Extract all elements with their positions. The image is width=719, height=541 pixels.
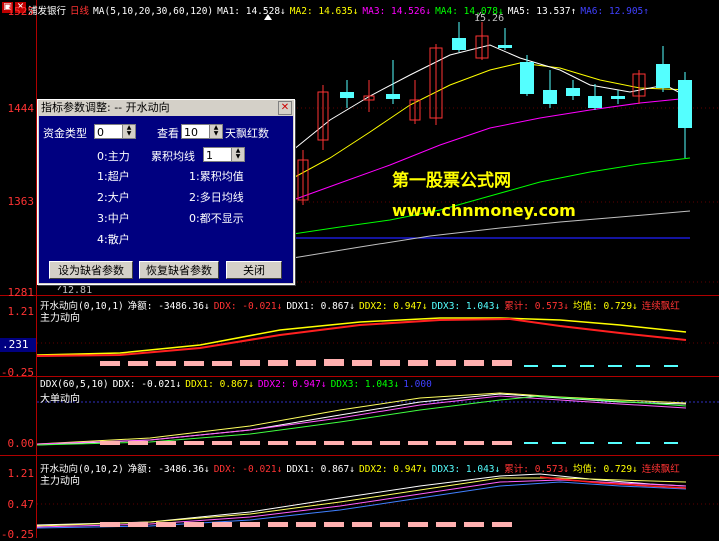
panel3-ddx: DDX: -0.021↓ — [213, 464, 283, 475]
panel3-avg: 均值: 0.729↓ — [573, 464, 638, 475]
panel3-ddx3: DDX3: 1.043↓ — [431, 464, 501, 475]
restore-default-button[interactable]: 恢复缺省参数 — [139, 261, 219, 279]
panel3-axis-mid: 0.47 — [7, 498, 35, 511]
view-suffix: 天飘红数 — [225, 127, 269, 140]
high-annotation: 15.26 — [474, 13, 505, 24]
option-super: 1:超户 — [97, 170, 130, 183]
panel3-yellow-line — [36, 477, 687, 527]
panel3-ddx1: DDX1: 0.867↓ — [286, 464, 355, 475]
price-axis-1444: 1444 — [7, 102, 35, 115]
price-axis-top: 1525 — [7, 5, 35, 18]
cum-avg-value: 1 — [206, 149, 213, 162]
panel2-bars — [100, 441, 512, 445]
panel2-header: DDX(60,5,10) DDX: -0.021↓ DDX1: 0.867↓ DDX2… — [40, 379, 436, 390]
panel2-params: DDX(60,5,10) — [40, 379, 109, 390]
panel3-ddx2: DDX2: 0.947↓ — [358, 464, 428, 475]
panel3-bars — [100, 522, 512, 527]
panel2-ddx2: DDX2: 0.947↓ — [257, 379, 327, 390]
price-axis-bottom: 1281 — [7, 286, 35, 299]
ma2-value: MA2: 14.635↓ — [289, 6, 359, 17]
price-axis-1363: 1363 — [7, 195, 35, 208]
panel1-cyan-bars — [524, 365, 678, 367]
cum-avg-arrows-icon[interactable]: ▲ ▼ — [231, 148, 244, 161]
option-big: 2:大户 — [97, 191, 130, 204]
low-annotation: 12.81 — [62, 285, 93, 296]
ma5-value: MA5: 13.537↑ — [507, 6, 577, 17]
panel1-ddx3: DDX3: 1.043↓ — [431, 301, 501, 312]
panel1-subtitle: 主力动向 — [40, 313, 80, 324]
fund-type-value: 0 — [97, 126, 104, 139]
price-header: 浦发银行 日线 MA(5,10,20,30,60,120) MA1: 14.528↓ M… — [28, 3, 653, 17]
panel2-magenta-line — [36, 395, 687, 445]
close-button[interactable]: 关闭 — [226, 261, 282, 279]
panel2-ddx: DDX: -0.021↓ — [112, 379, 182, 390]
panel2-subtitle: 大单动向 — [40, 394, 80, 405]
panel1-header: 开水动向(0,10,1) 净额: -3486.36↓ DDX: -0.021↓ DDX… — [40, 298, 684, 312]
panel2-extra: 1.000 — [403, 379, 432, 390]
cum-avg-stepper[interactable]: 1 ▲ ▼ — [203, 147, 245, 162]
panel1-ddx1: DDX1: 0.867↓ — [286, 301, 355, 312]
ma3-value: MA3: 14.526↓ — [362, 6, 432, 17]
fund-type-label: 资金类型 — [43, 127, 87, 140]
cum-avg-label: 累积均线 — [151, 150, 195, 163]
option-retail: 4:散户 — [97, 233, 130, 246]
indicator-params-dialog: 指标参数调整: -- 开水动向 ✕ 资金类型 0 ▲ ▼ 查看 10 ▲ ▼ 天飘红… — [37, 99, 295, 285]
set-default-button[interactable]: 设为缺省参数 — [49, 261, 133, 279]
panel1-axis-top: 1.21 — [7, 305, 35, 318]
watermark-url: www.chnmoney.com — [392, 201, 576, 220]
view-days-arrows-icon[interactable]: ▲ ▼ — [209, 125, 222, 138]
panel3-axis-top: 1.21 — [7, 467, 35, 480]
dialog-close-icon[interactable]: ✕ — [278, 101, 292, 115]
panel2-axis-zero: 0.00 — [7, 437, 35, 450]
panel1-streak: 连续飘红 — [641, 301, 680, 312]
option-none: 0:都不显示 — [189, 212, 244, 225]
fund-type-stepper[interactable]: 0 ▲ ▼ — [94, 124, 136, 139]
option-main: 0:主力 — [97, 150, 130, 163]
option-multi-day: 2:多日均线 — [189, 191, 244, 204]
panel1-axis-cursor: .231 — [2, 338, 29, 351]
panel2-green-line — [36, 395, 687, 446]
panel3-subtitle: 主力动向 — [40, 476, 80, 487]
panel2-ddx1: DDX1: 0.867↓ — [185, 379, 254, 390]
option-mid: 3:中户 — [97, 212, 130, 225]
panel3-axis-bottom: -0.25 — [0, 528, 34, 541]
dialog-body: 资金类型 0 ▲ ▼ 查看 10 ▲ ▼ 天飘红数 0:主力 累积均线 1 ▲ ▼ 1… — [39, 116, 293, 283]
view-days-value: 10 — [184, 126, 198, 139]
period-label[interactable]: 日线 — [70, 6, 89, 17]
panel1-cum: 累计: 0.573↓ — [504, 301, 570, 312]
dialog-title[interactable]: 指标参数调整: -- 开水动向 — [38, 100, 294, 115]
view-label: 查看 — [157, 127, 179, 140]
panel1-ddx: DDX: -0.021↓ — [213, 301, 283, 312]
ma-params: MA(5,10,20,30,60,120) — [93, 6, 214, 17]
panel1-axis-bottom: -0.25 — [0, 366, 34, 379]
option-cum-value: 1:累积均值 — [189, 170, 244, 183]
panel3-streak: 连续飘红 — [641, 464, 680, 475]
ma1-value: MA1: 14.528↓ — [217, 6, 286, 17]
panel3-header: 开水动向(0,10,2) 净额: -3486.36↓ DDX: -0.021↓ DDX… — [40, 461, 684, 475]
panel2-ddx3: DDX3: 1.043↓ — [330, 379, 400, 390]
panel1-red-line — [36, 317, 687, 357]
panel1-avg: 均值: 0.729↓ — [573, 301, 638, 312]
panel1-ddx2: DDX2: 0.947↓ — [358, 301, 428, 312]
ma6-value: MA6: 12.905↑ — [580, 6, 649, 17]
panel1-bars — [100, 359, 512, 366]
panel2-cyan-bars — [524, 442, 678, 444]
panel1-net: 净额: -3486.36↓ — [127, 301, 210, 312]
watermark-title: 第一股票公式网 — [392, 171, 511, 191]
view-days-stepper[interactable]: 10 ▲ ▼ — [181, 124, 223, 139]
ma2-line — [292, 62, 691, 179]
panel3-blue-line — [36, 481, 687, 529]
fund-type-arrows-icon[interactable]: ▲ ▼ — [122, 125, 135, 138]
panel1-yellow-line — [36, 317, 687, 356]
panel3-cum: 累计: 0.573↓ — [504, 464, 570, 475]
panel3-net: 净额: -3486.36↓ — [127, 464, 210, 475]
